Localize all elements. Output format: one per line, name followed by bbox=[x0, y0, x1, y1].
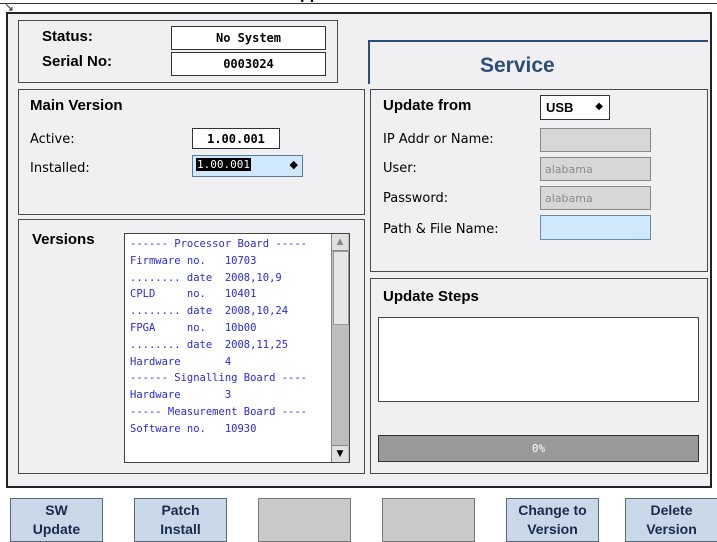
password-input[interactable]: alabama bbox=[540, 186, 651, 210]
versions-list[interactable]: ------ Processor Board ----- Firmware no.… bbox=[124, 233, 350, 463]
installed-version-select[interactable]: 1.00.001 ◆ bbox=[192, 155, 303, 177]
update-steps-log bbox=[378, 317, 699, 402]
version-line: ........ date 2008,10,9 bbox=[130, 271, 282, 284]
user-input[interactable]: alabama bbox=[540, 157, 651, 181]
update-source-value: USB bbox=[546, 100, 574, 115]
path-input[interactable] bbox=[540, 215, 651, 240]
version-line: CPLD no. 10401 bbox=[130, 288, 257, 301]
window-title-fragment: pp bbox=[300, 0, 380, 2]
ip-label: IP Addr or Name: bbox=[383, 132, 494, 147]
serial-label: Serial No: bbox=[42, 53, 113, 70]
scroll-down-button[interactable]: ▼ bbox=[332, 445, 348, 462]
serial-field: 0003024 bbox=[171, 52, 326, 76]
bottom-toolbar bbox=[0, 490, 717, 539]
patch-install-button[interactable]: Patch Install bbox=[134, 498, 227, 542]
version-line: Software no. 10930 bbox=[130, 422, 257, 435]
password-label: Password: bbox=[383, 191, 449, 206]
dropdown-arrow-icon[interactable]: ◆ bbox=[595, 101, 603, 112]
main-version-title: Main Version bbox=[30, 97, 123, 114]
update-from-title: Update from bbox=[383, 97, 472, 114]
path-label: Path & File Name: bbox=[383, 222, 499, 237]
change-to-version-button[interactable]: Change to Version bbox=[506, 498, 599, 542]
ip-address-input[interactable] bbox=[540, 128, 651, 152]
version-line: ........ date 2008,10,24 bbox=[130, 305, 289, 318]
version-line: ------ Signalling Board ---- bbox=[130, 372, 308, 385]
installed-version-value: 1.00.001 bbox=[196, 158, 251, 171]
installed-label: Installed: bbox=[30, 161, 90, 176]
version-line: FPGA no. 10b00 bbox=[130, 321, 257, 334]
versions-title: Versions bbox=[32, 231, 95, 248]
progress-bar: 0% bbox=[378, 435, 699, 462]
progress-text: 0% bbox=[531, 442, 546, 455]
scroll-up-button[interactable]: ▲ bbox=[332, 234, 348, 251]
dropdown-arrow-icon[interactable]: ◆ bbox=[290, 158, 298, 171]
blank-button-1[interactable] bbox=[258, 498, 351, 542]
update-source-select[interactable]: USB ◆ bbox=[540, 95, 610, 120]
sw-update-button[interactable]: SW Update bbox=[10, 498, 103, 542]
version-line: Hardware 3 bbox=[130, 389, 232, 402]
versions-list-content: ------ Processor Board ----- Firmware no.… bbox=[130, 236, 307, 438]
version-line: ------ Processor Board ----- bbox=[130, 238, 308, 250]
update-steps-title: Update Steps bbox=[383, 288, 479, 305]
window-top-border bbox=[0, 3, 717, 4]
version-line: ----- Measurement Board ---- bbox=[130, 405, 308, 418]
version-line: Firmware no. 10703 bbox=[130, 254, 257, 267]
active-label: Active: bbox=[30, 132, 75, 147]
service-tab-label: Service bbox=[480, 54, 555, 77]
blank-button-2[interactable] bbox=[382, 498, 475, 542]
service-tab[interactable]: Service bbox=[368, 40, 708, 84]
active-version-field: 1.00.001 bbox=[192, 128, 280, 149]
user-label: User: bbox=[383, 161, 417, 176]
version-line: Hardware 4 bbox=[130, 355, 232, 368]
version-line: ........ date 2008,11,25 bbox=[130, 338, 289, 351]
scroll-thumb[interactable] bbox=[333, 251, 349, 325]
status-field: No System bbox=[171, 26, 326, 50]
update-from-panel bbox=[370, 89, 708, 272]
delete-version-button[interactable]: Delete Version bbox=[625, 498, 717, 542]
status-label: Status: bbox=[42, 28, 93, 45]
versions-scrollbar[interactable]: ▲ ▼ bbox=[331, 234, 349, 462]
